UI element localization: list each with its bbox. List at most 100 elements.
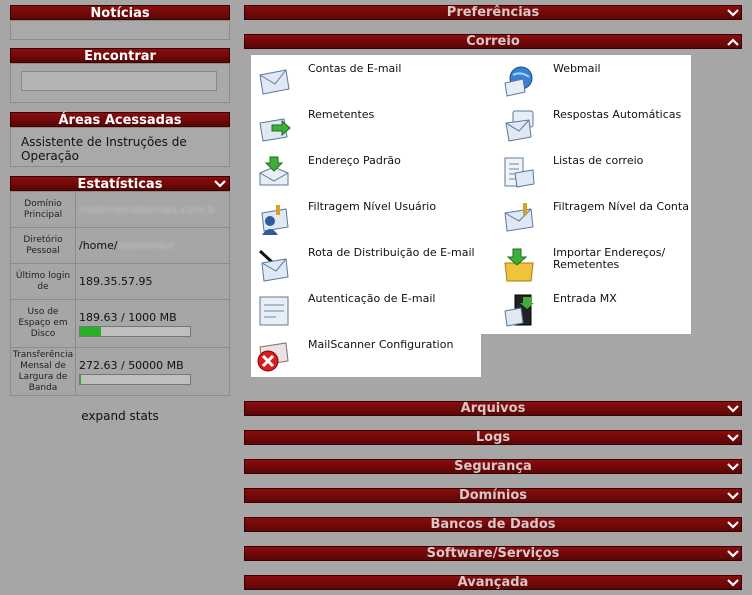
mail-item-mailscanner[interactable]: MailScanner Configuration (256, 339, 486, 379)
bandwidth-fill (80, 374, 81, 384)
mail-header[interactable]: Correio (244, 34, 742, 49)
mail-item-label: MailScanner Configuration (308, 338, 454, 351)
mail-item-label: Respostas Automáticas (553, 108, 682, 121)
mail-item-label: Listas de correio (553, 154, 644, 167)
import-icon (504, 248, 534, 282)
bandwidth-bar (79, 373, 191, 385)
find-title: Encontrar (84, 49, 156, 64)
autoresponder-icon (505, 110, 534, 142)
chevron-down-icon[interactable] (214, 178, 226, 190)
mail-item-autoresponders[interactable]: Respostas Automáticas (501, 109, 691, 149)
accessed-areas-title: Áreas Acessadas (58, 113, 182, 128)
section-title: Bancos de Dados (430, 517, 556, 532)
stat-label: Transferência Mensal de Largura de Banda (10, 347, 76, 396)
mail-item-label: Autenticação de E-mail (308, 292, 436, 305)
default-address-icon (259, 156, 289, 186)
stat-row: Domínio Principal mobimecolitemas.com.b (10, 191, 230, 228)
section-files[interactable]: Arquivos (244, 401, 742, 416)
stat-label: Domínio Principal (10, 191, 76, 228)
bandwidth-text: 272.63 / 50000 MB (79, 358, 184, 372)
expand-stats-link[interactable]: expand stats (10, 409, 230, 423)
section-databases[interactable]: Bancos de Dados (244, 517, 742, 532)
chevron-down-icon[interactable] (727, 548, 739, 560)
preferences-header[interactable]: Preferências (244, 5, 742, 20)
chevron-down-icon[interactable] (727, 432, 739, 444)
stat-value: 189.63 / 1000 MB (75, 299, 230, 348)
section-title: Domínios (458, 488, 528, 503)
mail-item-email-routing[interactable]: Rota de Distribuição de E-mail (256, 247, 486, 287)
stat-value: 272.63 / 50000 MB (75, 347, 230, 396)
section-security[interactable]: Segurança (244, 459, 742, 474)
mail-item-label: Endereço Padrão (308, 154, 401, 167)
home-dir-user: nolimmtur (117, 239, 175, 252)
chevron-down-icon[interactable] (727, 403, 739, 415)
mail-item-label: Filtragem Nível da Conta (553, 200, 689, 213)
mail-item-label: Importar Endereços/ Remetentes (553, 246, 666, 271)
section-title: Segurança (454, 459, 532, 474)
find-box (10, 63, 230, 103)
mail-item-label: Remetentes (308, 108, 375, 121)
envelope-icon (259, 69, 290, 95)
mail-item-label: Entrada MX (553, 292, 617, 305)
section-title: Software/Serviços (426, 546, 560, 561)
preferences-title: Preferências (446, 5, 540, 20)
stat-value: mobimecolitemas.com.b (75, 191, 230, 228)
chevron-down-icon[interactable] (727, 577, 739, 589)
mail-item-label: Filtragem Nível Usuário (308, 200, 437, 213)
chevron-down-icon[interactable] (727, 490, 739, 502)
forward-envelope-icon (259, 118, 291, 142)
accessed-area-link[interactable]: Assistente de Instruções de Operação (21, 135, 211, 163)
section-domains[interactable]: Domínios (244, 488, 742, 503)
mail-item-email-auth[interactable]: Autenticação de E-mail (256, 293, 486, 333)
mail-item-webmail[interactable]: Webmail (501, 63, 691, 103)
news-title: Notícias (90, 6, 150, 21)
accessed-areas-header: Áreas Acessadas (10, 112, 230, 128)
chevron-down-icon[interactable] (727, 461, 739, 473)
mail-item-user-filters[interactable]: Filtragem Nível Usuário (256, 201, 486, 241)
stat-value: /home/nolimmtur (75, 227, 230, 264)
email-auth-icon (259, 296, 289, 326)
section-advanced[interactable]: Avançada (244, 575, 742, 590)
stat-row: Diretório Pessoal /home/nolimmtur (10, 227, 230, 264)
mail-item-mx-entry[interactable]: Entrada MX (501, 293, 691, 333)
chevron-up-icon[interactable] (727, 36, 739, 48)
mail-item-import[interactable]: Importar Endereços/ Remetentes (501, 247, 691, 287)
email-routing-icon (258, 249, 289, 282)
section-title: Avançada (457, 575, 529, 590)
stat-row: Último login de 189.35.57.95 (10, 263, 230, 300)
stat-row: Uso de Espaço em Disco 189.63 / 1000 MB (10, 299, 230, 348)
news-box (10, 20, 230, 40)
mail-item-default-address[interactable]: Endereço Padrão (256, 155, 486, 195)
section-title: Logs (475, 430, 511, 445)
stat-label: Último login de (10, 263, 76, 300)
stat-label: Diretório Pessoal (10, 227, 76, 264)
user-filter-icon (261, 205, 289, 235)
find-header: Encontrar (10, 48, 230, 64)
mail-item-label: Rota de Distribuição de E-mail (308, 246, 475, 259)
webmail-globe-icon (504, 66, 533, 97)
mail-item-label: Webmail (553, 62, 601, 75)
search-input[interactable] (21, 71, 217, 91)
section-logs[interactable]: Logs (244, 430, 742, 445)
mail-item-forwarders[interactable]: Remetentes (256, 109, 486, 149)
stat-row: Transferência Mensal de Largura de Banda… (10, 347, 230, 396)
stats-title: Estatísticas (77, 177, 163, 192)
home-dir-prefix: /home/ (79, 239, 118, 252)
disk-usage-text: 189.63 / 1000 MB (79, 310, 177, 324)
mail-item-email-accounts[interactable]: Contas de E-mail (256, 63, 486, 103)
accessed-areas-box: Assistente de Instruções de Operação (10, 127, 230, 167)
mail-item-mailing-lists[interactable]: Listas de correio (501, 155, 691, 195)
mail-item-account-filters[interactable]: Filtragem Nível da Conta (501, 201, 691, 241)
chevron-down-icon[interactable] (727, 519, 739, 531)
stats-header[interactable]: Estatísticas (10, 176, 230, 192)
mailscanner-icon (257, 342, 289, 372)
stat-label: Uso de Espaço em Disco (10, 299, 76, 348)
section-software[interactable]: Software/Serviços (244, 546, 742, 561)
mail-title: Correio (466, 34, 520, 49)
news-header[interactable]: Notícias (10, 5, 230, 21)
chevron-down-icon[interactable] (727, 7, 739, 19)
mail-item-label: Contas de E-mail (308, 62, 402, 75)
section-title: Arquivos (460, 401, 526, 416)
stat-value: 189.35.57.95 (75, 263, 230, 300)
domain-value: mobimecolitemas.com.b (79, 203, 215, 216)
